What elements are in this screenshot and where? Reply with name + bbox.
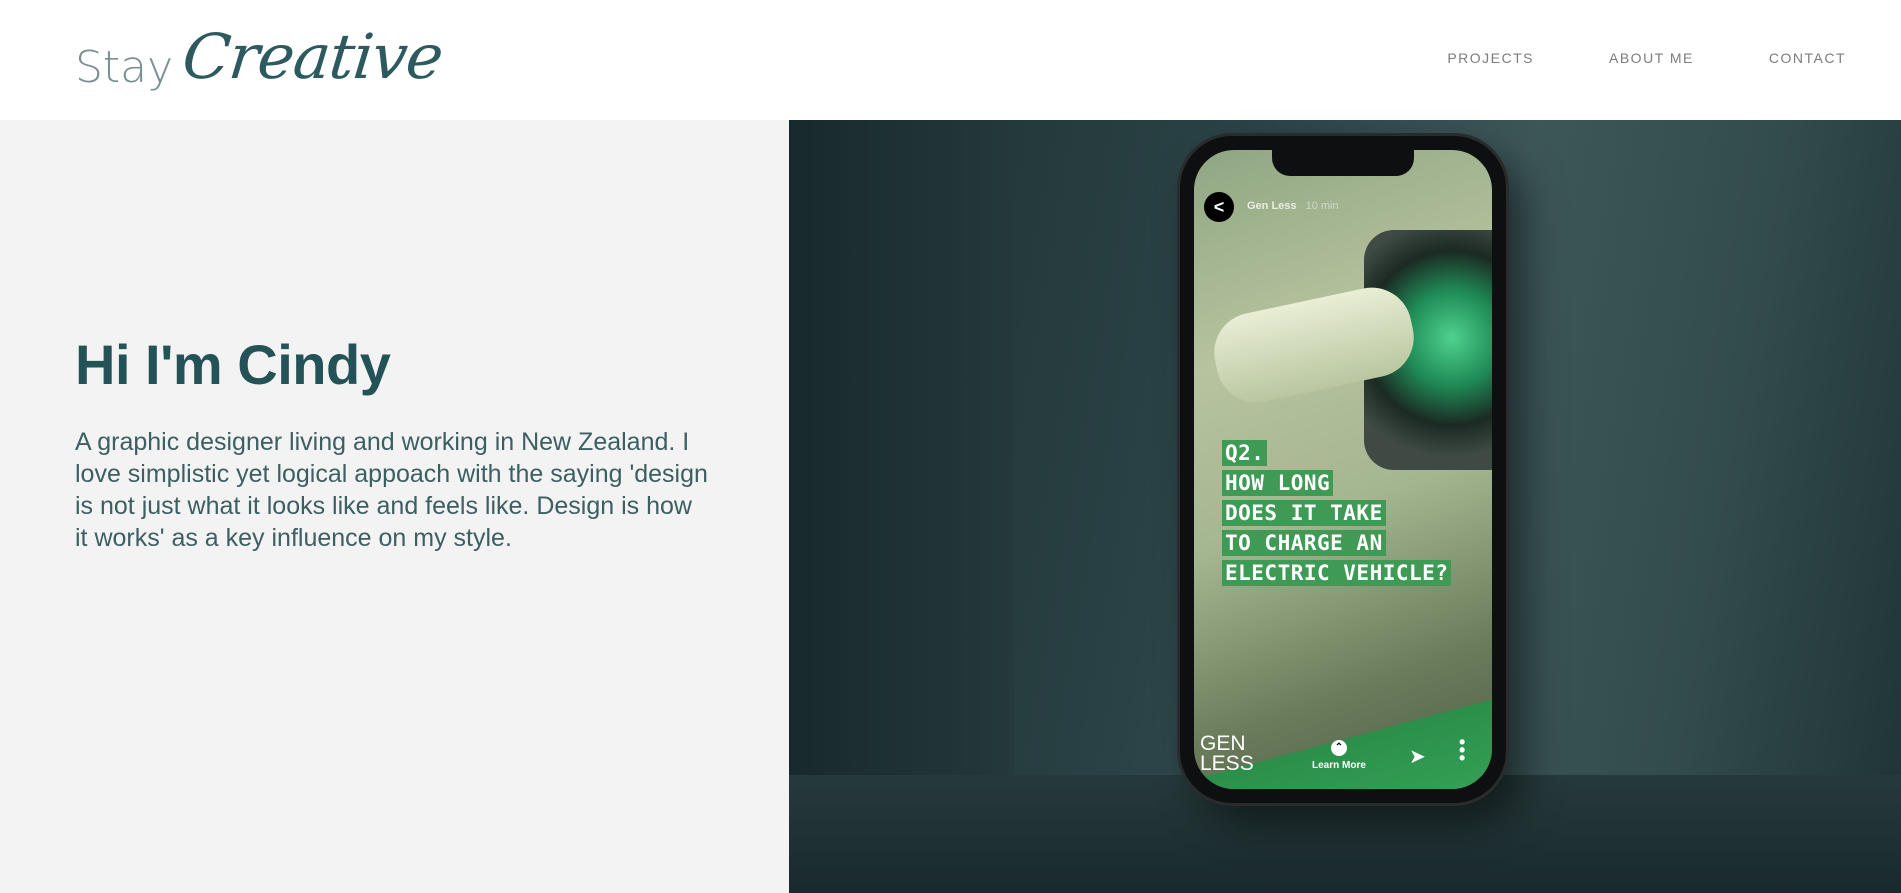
main-nav: PROJECTS ABOUT ME CONTACT xyxy=(1447,50,1846,66)
learn-more-label: Learn More xyxy=(1312,760,1366,771)
logo-stay-text: Stay xyxy=(75,42,174,93)
site-header: Stay Creative PROJECTS ABOUT ME CONTACT xyxy=(0,0,1901,120)
learn-more-button[interactable]: ⌃ Learn More xyxy=(1312,740,1366,771)
question-line: HOW LONG xyxy=(1222,470,1334,496)
gen-less-line2: LESS xyxy=(1200,752,1254,775)
story-timestamp: 10 min xyxy=(1305,200,1339,212)
question-line: ELECTRIC VEHICLE? xyxy=(1222,560,1452,586)
gen-less-line1: GEN xyxy=(1200,732,1246,755)
phone-mockup: < Gen Less 10 min Q2. HOW LONG DOES IT T… xyxy=(1180,136,1506,803)
intro-panel: Hi I'm Cindy A graphic designer living a… xyxy=(0,120,789,893)
logo-creative-text: Creative xyxy=(179,20,447,93)
more-options-icon[interactable]: • • • xyxy=(1459,733,1465,767)
question-line: DOES IT TAKE xyxy=(1222,500,1386,526)
phone-screen: < Gen Less 10 min Q2. HOW LONG DOES IT T… xyxy=(1194,150,1492,789)
nav-contact-link[interactable]: CONTACT xyxy=(1769,50,1846,66)
phone-notch xyxy=(1272,150,1414,176)
story-username: Gen Less xyxy=(1247,200,1297,212)
question-line: Q2. xyxy=(1222,440,1268,466)
site-logo[interactable]: Stay Creative xyxy=(75,18,446,98)
story-question: Q2. HOW LONG DOES IT TAKE TO CHARGE AN E… xyxy=(1222,440,1452,586)
nav-projects-link[interactable]: PROJECTS xyxy=(1447,50,1534,66)
back-arrow-icon[interactable]: < xyxy=(1204,192,1234,222)
nav-about-me-link[interactable]: ABOUT ME xyxy=(1609,50,1694,66)
send-icon[interactable]: ➤ xyxy=(1409,744,1426,769)
hero-description: A graphic designer living and working in… xyxy=(75,428,708,552)
gen-less-logo: GEN LESS xyxy=(1200,732,1254,775)
story-header: Gen Less 10 min xyxy=(1247,200,1339,212)
question-line: TO CHARGE AN xyxy=(1222,530,1386,556)
hero-title: Hi I'm Cindy xyxy=(75,333,391,396)
chevron-up-icon: ⌃ xyxy=(1330,740,1347,756)
